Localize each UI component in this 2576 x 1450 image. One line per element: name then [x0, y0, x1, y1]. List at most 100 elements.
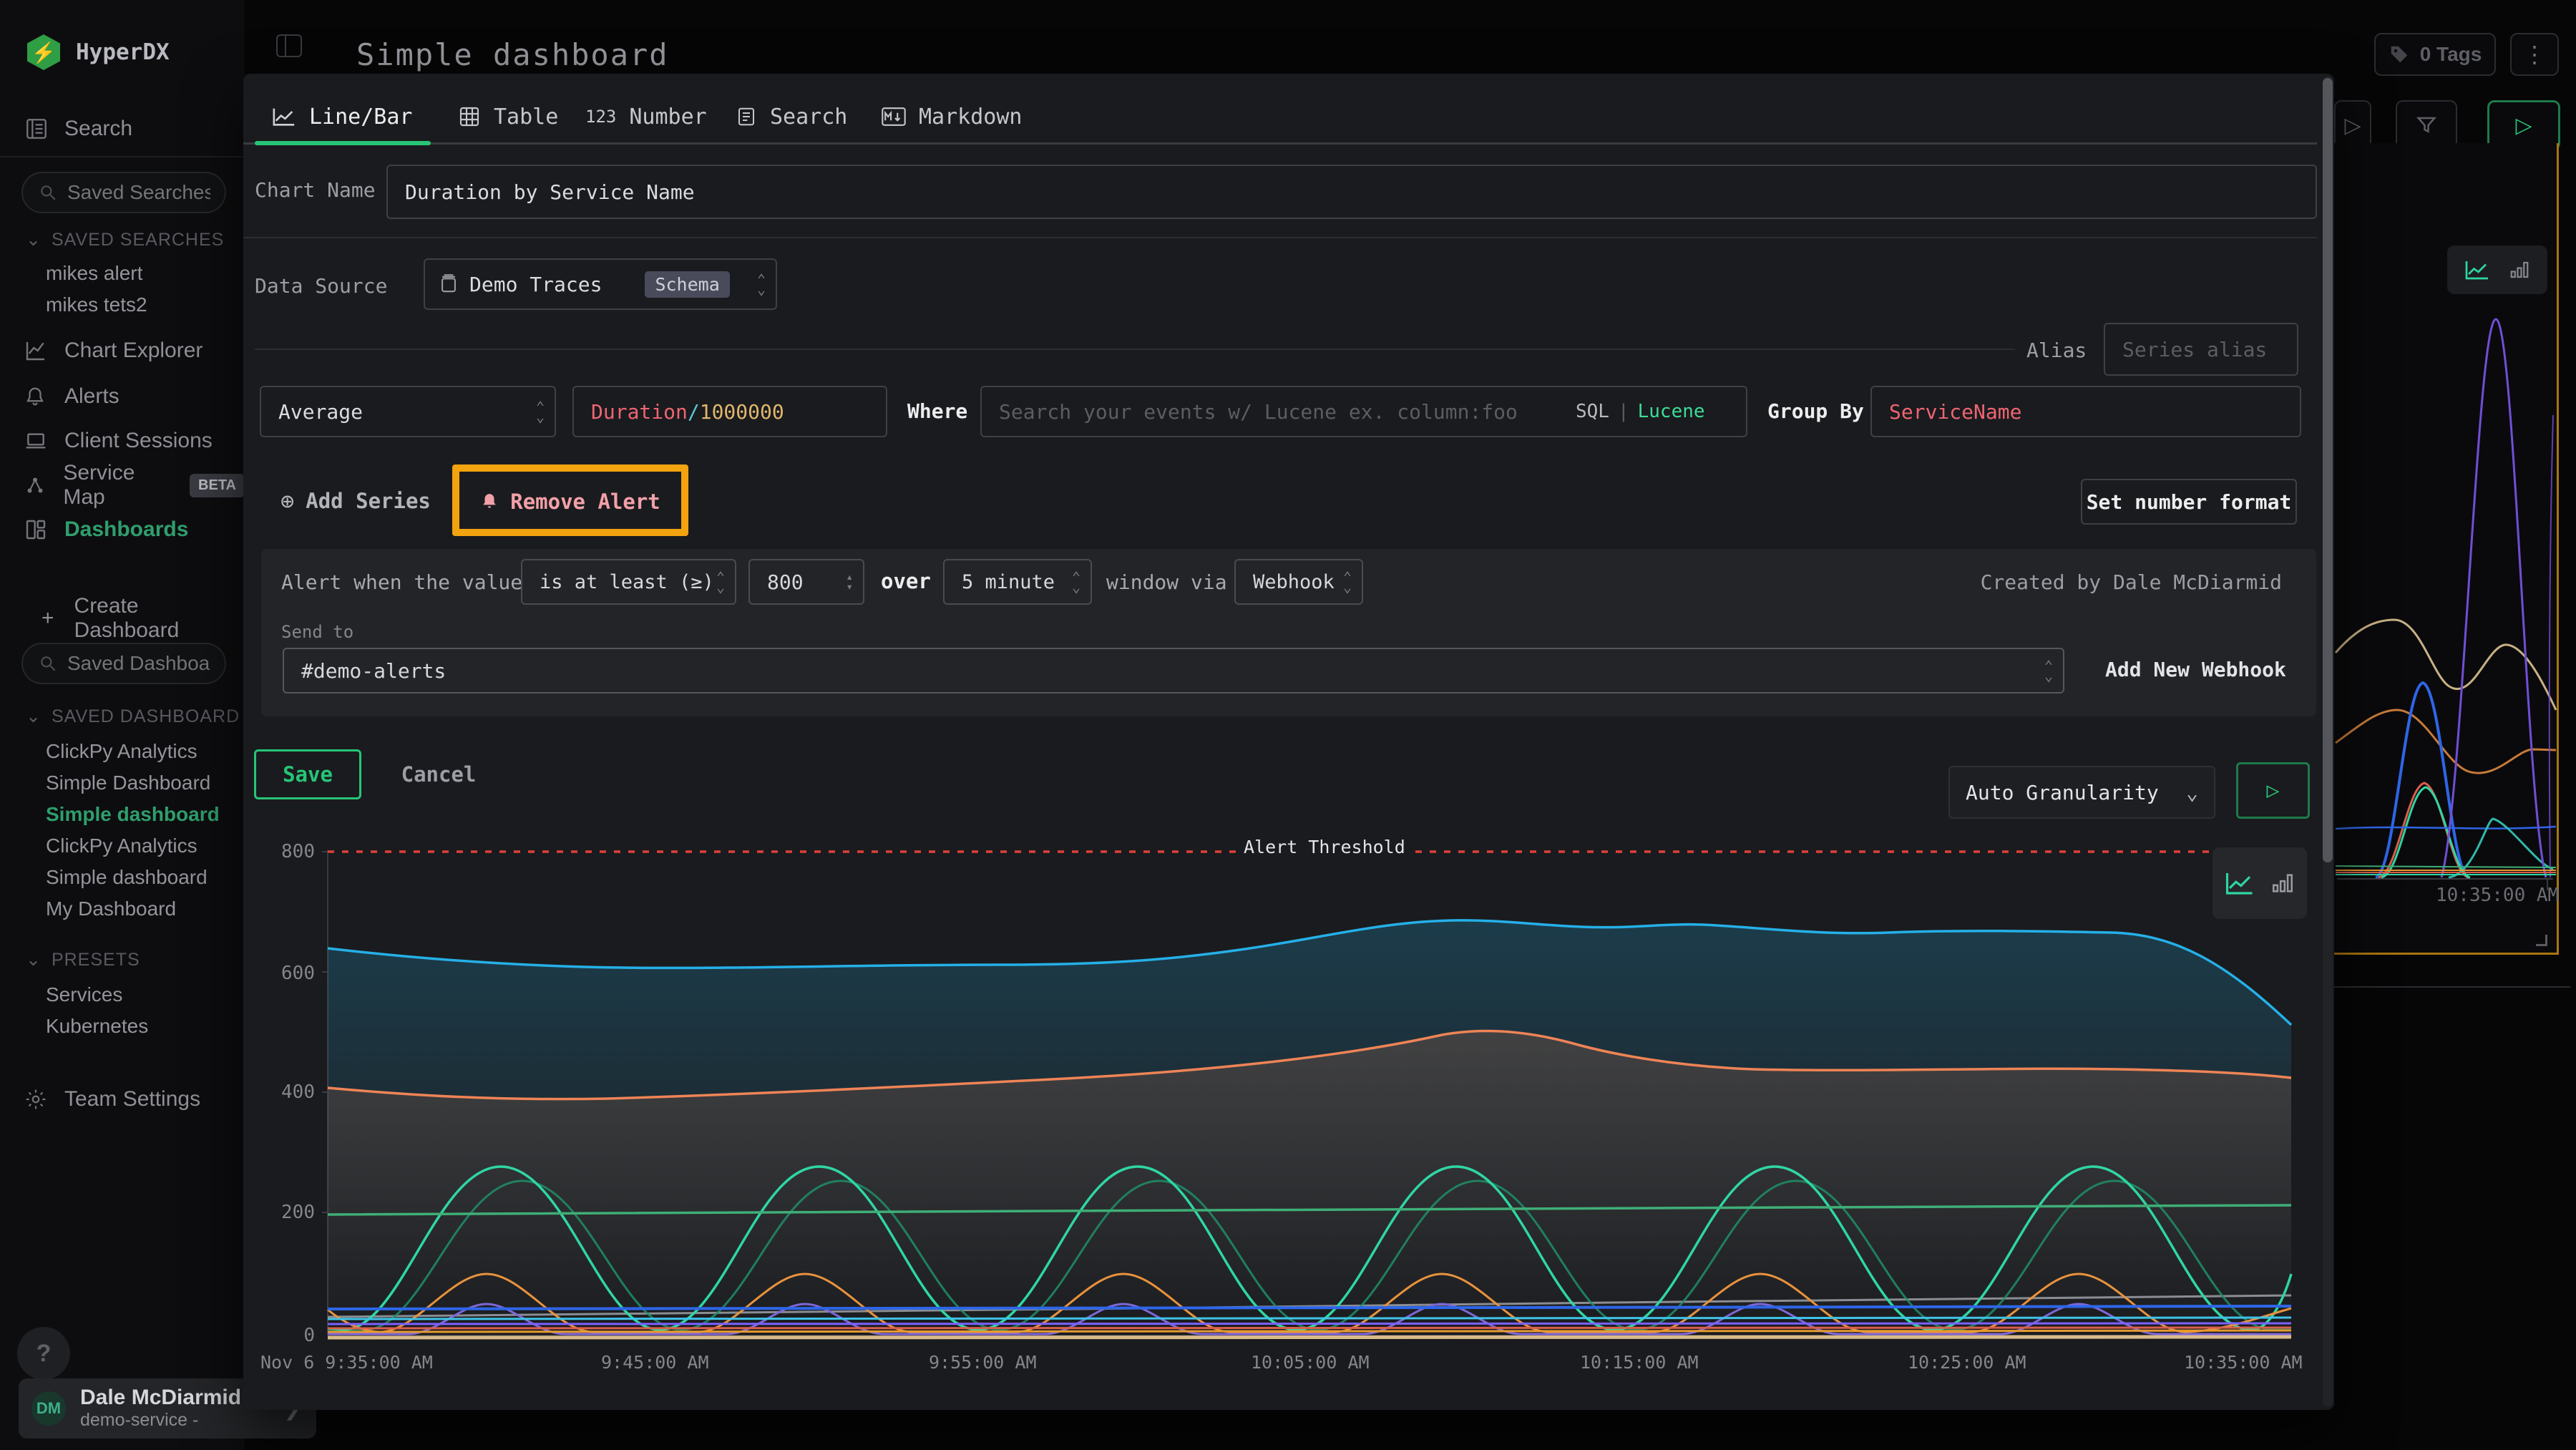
lucene-mode-toggle[interactable]: Lucene — [1638, 401, 1705, 422]
created-by-label: Created by Dale McDiarmid — [1981, 570, 2282, 594]
tab-line-bar[interactable]: Line/Bar — [272, 94, 413, 140]
chevron-down-icon: ⌄ — [2186, 781, 2198, 804]
preset-item[interactable]: Services — [46, 983, 122, 1006]
saved-searches-header[interactable]: ⌄ SAVED SEARCHES — [26, 229, 224, 250]
run-query-button[interactable]: ▷ — [2236, 762, 2310, 819]
funnel-icon — [2416, 115, 2437, 136]
saved-search-item[interactable]: mikes alert — [46, 262, 142, 285]
sidebar-item-dashboards[interactable]: Dashboards — [0, 510, 245, 550]
create-dashboard-button[interactable]: + Create Dashboard — [42, 594, 245, 643]
tab-search[interactable]: Search — [736, 94, 847, 140]
group-by-input[interactable]: ServiceName — [1870, 386, 2301, 437]
divider — [0, 156, 245, 157]
alias-input[interactable] — [2104, 323, 2298, 376]
saved-dashboards-header[interactable]: ⌄ SAVED DASHBOARDS — [26, 706, 240, 727]
scrollbar-thumb[interactable] — [2323, 78, 2333, 862]
dashboard-item[interactable]: Simple dashboard — [46, 866, 208, 889]
laptop-icon — [24, 429, 49, 452]
alert-condition-select[interactable]: is at least (≥) ⌃⌄ — [521, 559, 736, 605]
add-series-button[interactable]: ⊕ Add Series — [280, 487, 431, 515]
sql-mode-toggle[interactable]: SQL — [1576, 401, 1609, 422]
sidebar-item-alerts[interactable]: Alerts — [0, 376, 245, 417]
alert-window-select[interactable]: 5 minute ⌃⌄ — [943, 559, 1092, 605]
where-search-input[interactable]: SQL | Lucene — [980, 386, 1747, 437]
send-to-label: Send to — [281, 622, 353, 642]
brand[interactable]: ⚡ HyperDX — [27, 34, 170, 70]
avatar: DM — [31, 1391, 66, 1426]
chart-name-input[interactable] — [386, 165, 2317, 219]
send-to-select[interactable]: #demo-alerts ⌃⌄ — [283, 648, 2064, 694]
sidebar-item-client-sessions[interactable]: Client Sessions — [0, 421, 245, 461]
sidebar-item-team-settings[interactable]: Team Settings — [0, 1079, 245, 1119]
tab-markdown[interactable]: Markdown — [882, 94, 1023, 140]
tags-button[interactable]: 0 Tags — [2374, 33, 2496, 76]
saved-search-item[interactable]: mikes tets2 — [46, 293, 147, 316]
data-source-select[interactable]: Demo Traces Schema ⌃⌄ — [424, 258, 777, 310]
document-icon — [736, 106, 757, 127]
service-map-icon — [24, 475, 47, 496]
chart-type-toggle[interactable] — [2212, 847, 2307, 919]
gear-icon — [24, 1088, 49, 1111]
plus-icon: + — [42, 606, 54, 631]
background-chart-type-toggle[interactable] — [2447, 245, 2547, 294]
chevron-down-icon: ⌄ — [26, 229, 42, 250]
x-tick: 9:45:00 AM — [601, 1352, 709, 1373]
remove-alert-button[interactable]: Remove Alert — [467, 479, 674, 525]
background-x-tick: 10:35:00 AM — [2436, 885, 2559, 906]
saved-searches-input[interactable] — [21, 172, 226, 213]
sidebar: ⚡ HyperDX Search ⌄ SAVED SEARCHES mikes … — [0, 0, 245, 1450]
tab-number[interactable]: 123 Number — [585, 94, 707, 140]
alert-threshold-input[interactable]: 800 ▴▾ — [748, 559, 864, 605]
alert-channel-select[interactable]: Webhook ⌃⌄ — [1234, 559, 1363, 605]
line-chart-icon[interactable] — [2464, 259, 2490, 281]
granularity-select[interactable]: Auto Granularity ⌄ — [1948, 766, 2215, 819]
x-tick: 10:05:00 AM — [1251, 1352, 1370, 1373]
series-indigo — [328, 1323, 2291, 1324]
line-chart-icon[interactable] — [2225, 870, 2255, 896]
page-title: Simple dashboard — [356, 37, 669, 72]
help-button[interactable]: ? — [17, 1327, 70, 1380]
dashboard-item[interactable]: Simple Dashboard — [46, 772, 210, 794]
divider — [243, 237, 2317, 238]
bar-chart-icon[interactable] — [2509, 259, 2530, 281]
sidebar-item-service-map[interactable]: Service Map BETA — [0, 465, 245, 505]
tab-table[interactable]: Table — [458, 94, 558, 140]
x-tick: 10:25:00 AM — [1908, 1352, 2026, 1373]
alias-label: Alias — [2026, 339, 2087, 362]
presets-header[interactable]: ⌄ PRESETS — [26, 949, 140, 970]
x-tick: 10:15:00 AM — [1580, 1352, 1699, 1373]
dashboards-icon — [24, 518, 49, 541]
alert-prefix: Alert when the value — [281, 570, 522, 594]
dashboard-item[interactable]: My Dashboard — [46, 897, 176, 920]
save-button[interactable]: Save — [254, 749, 361, 799]
alert-config-panel: Alert when the value is at least (≥) ⌃⌄ … — [261, 549, 2316, 716]
sidebar-item-label: Search — [64, 117, 132, 141]
where-label: Where — [907, 399, 967, 423]
sidebar-collapse-icon[interactable] — [276, 34, 302, 57]
y-tick: 600 — [258, 963, 315, 984]
cancel-button[interactable]: Cancel — [396, 749, 482, 799]
saved-dashboards-input[interactable] — [21, 643, 226, 684]
resize-handle[interactable] — [2536, 935, 2547, 946]
add-new-webhook-button[interactable]: Add New Webhook — [2105, 658, 2286, 681]
saved-dashboards-field[interactable] — [67, 652, 210, 675]
dashboard-item-active[interactable]: Simple dashboard — [46, 803, 220, 826]
y-tick: 800 — [258, 841, 315, 862]
kebab-menu-button[interactable]: ⋮ — [2510, 33, 2559, 76]
line-chart-icon — [272, 106, 296, 127]
table-icon — [458, 105, 481, 128]
set-number-format-button[interactable]: Set number format — [2081, 479, 2297, 525]
alert-threshold-label: Alert Threshold — [1236, 835, 1413, 859]
series-skyblue — [328, 1318, 2291, 1319]
sidebar-item-search[interactable]: Search — [0, 109, 245, 149]
bar-chart-icon[interactable] — [2270, 871, 2295, 895]
aggregation-field-input[interactable]: Duration / 1000000 — [572, 386, 887, 437]
dashboard-item[interactable]: ClickPy Analytics — [46, 835, 197, 857]
dashboard-item[interactable]: ClickPy Analytics — [46, 740, 197, 763]
sidebar-item-chart-explorer[interactable]: Chart Explorer — [0, 331, 245, 371]
database-icon — [439, 274, 458, 294]
aggregation-function-select[interactable]: Average ⌃⌄ — [260, 386, 556, 437]
number-stepper[interactable]: ▴▾ — [846, 572, 853, 592]
preset-item[interactable]: Kubernetes — [46, 1015, 148, 1038]
saved-searches-field[interactable] — [67, 181, 210, 204]
